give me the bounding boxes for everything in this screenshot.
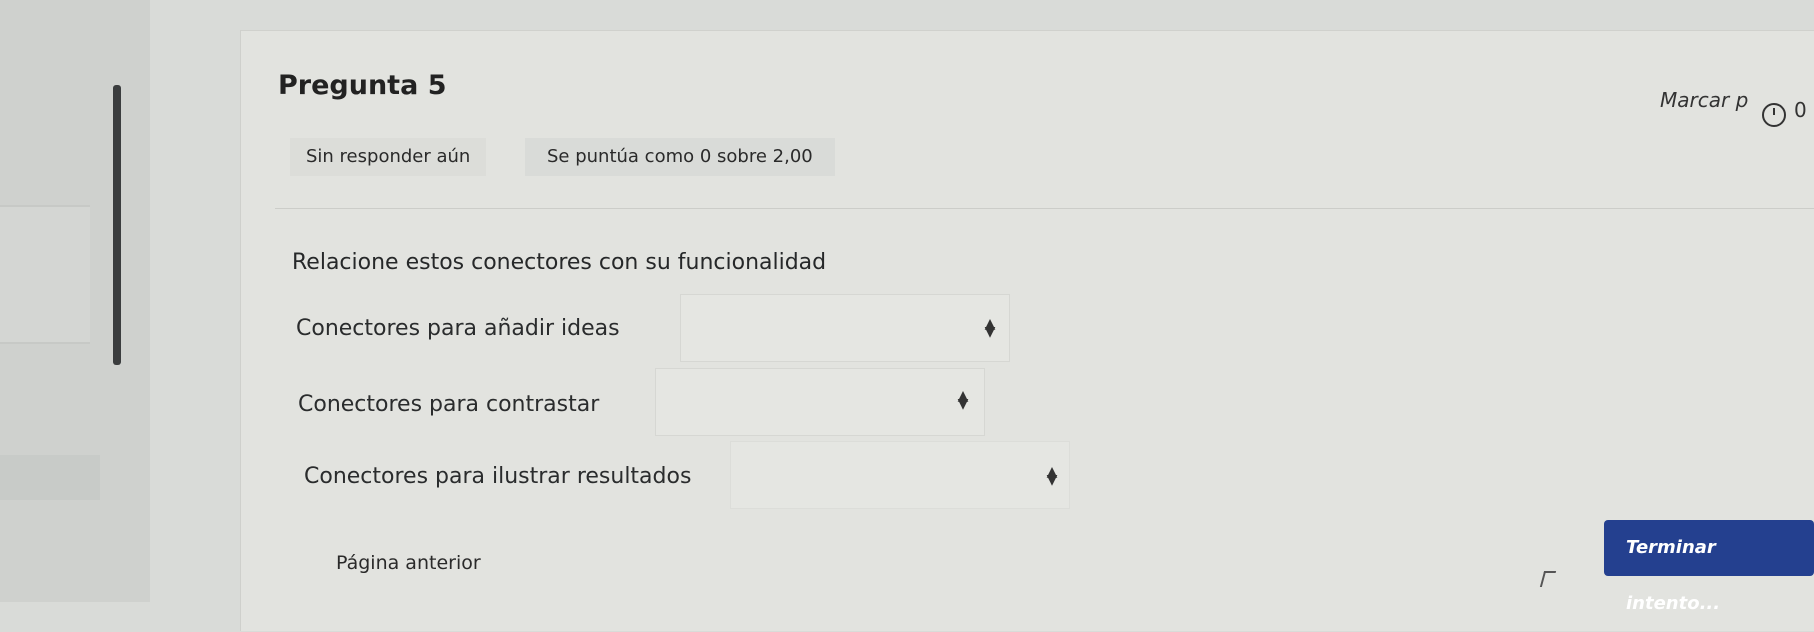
select-arrows-icon: ▲ ▼: [1046, 464, 1058, 488]
match-select-2[interactable]: [655, 368, 985, 436]
match-select-1[interactable]: [680, 294, 1010, 362]
question-title: Pregunta 5: [278, 70, 447, 101]
divider: [275, 208, 1814, 209]
select-arrows-icon: ▲ ▼: [957, 388, 969, 412]
match-row-label: Conectores para contrastar: [298, 392, 600, 417]
timer-fragment: 0: [1794, 98, 1807, 122]
match-select-3[interactable]: [730, 441, 1070, 509]
match-row-label: Conectores para ilustrar resultados: [304, 464, 692, 489]
left-drawer-panel-lower: [0, 455, 100, 500]
question-prompt: Relacione estos conectores con su funcio…: [292, 250, 827, 275]
select-arrows-icon: ▲ ▼: [984, 316, 996, 340]
left-drawer-panel: [0, 205, 90, 344]
drawer-scrollbar[interactable]: [113, 85, 121, 365]
flag-question-link[interactable]: Marcar p: [1660, 88, 1748, 112]
clock-icon: [1762, 103, 1786, 127]
previous-page-button[interactable]: Página anterior: [336, 552, 481, 574]
finish-attempt-button[interactable]: Terminar intento...: [1604, 520, 1814, 614]
status-badge: Sin responder aún: [290, 138, 487, 176]
grade-badge: Se puntúa como 0 sobre 2,00: [525, 138, 835, 176]
match-row-label: Conectores para añadir ideas: [296, 316, 620, 341]
